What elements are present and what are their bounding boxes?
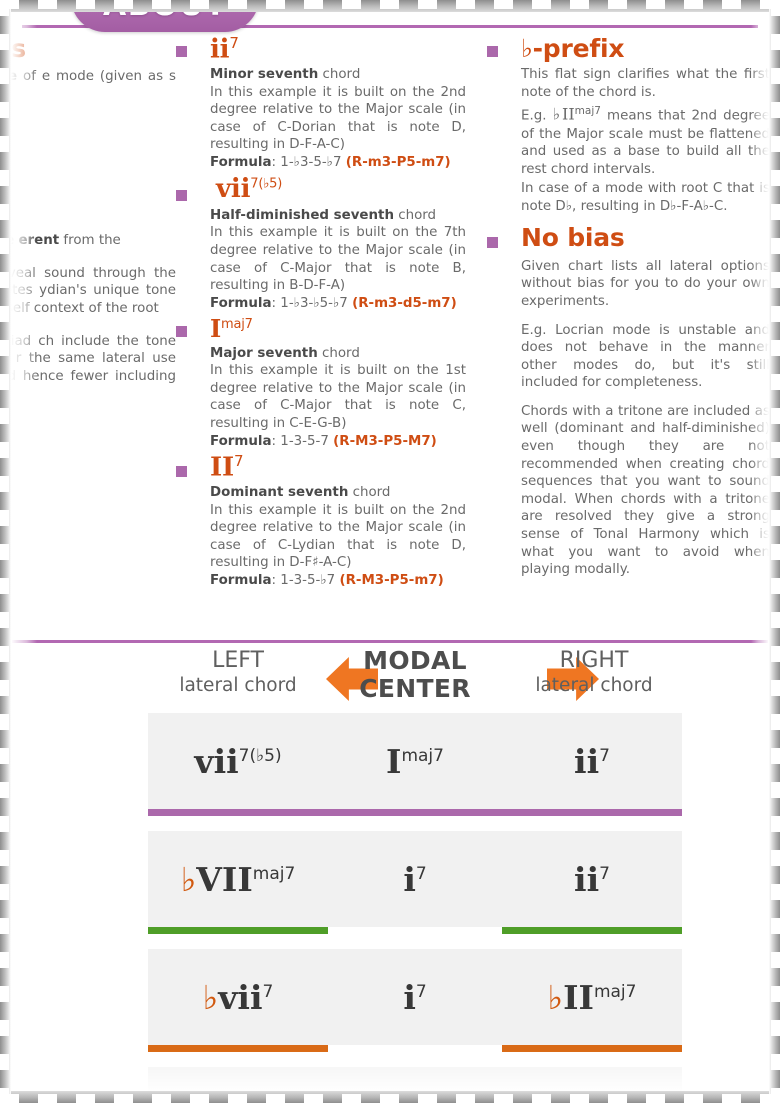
- no-bias-paragraph-3: Chords with a tritone are included as we…: [521, 403, 770, 578]
- page-root: d chords acteristic tone of e mode (give…: [0, 0, 780, 1103]
- chord-desc-vii7b5: Half-diminished seventh chord In this exa…: [210, 207, 466, 311]
- chord-cell[interactable]: i7: [325, 831, 505, 927]
- chart-header-right-sub: lateral chord: [535, 675, 653, 697]
- text-columns: d chords acteristic tone of e mode (give…: [0, 34, 780, 641]
- chord-heading-vii7b5: vii7(♭5): [216, 173, 283, 204]
- column-middle: ii7 Minor seventh chord In this example i…: [176, 34, 466, 594]
- chord-heading-ii7: ii7: [210, 34, 239, 65]
- chord-cell[interactable]: Imaj7: [325, 713, 505, 816]
- chord-section-Imaj7: Imaj7 Major seventh chord In this example…: [176, 316, 466, 450]
- left-paragraph-3: ♭7: [0, 165, 176, 183]
- chart-header-left-sub: lateral chord: [179, 675, 297, 697]
- flat-prefix-paragraph-1: This flat sign clarifies what the first …: [521, 67, 770, 100]
- chart-grid: vii7(♭5) Imaj7 ii7 ♭VIImaj7 i7 ii7 ♭vii7…: [12, 713, 768, 1103]
- chord-label: ♭IImaj7: [547, 977, 637, 1017]
- chord-cell[interactable]: ♭vii7: [148, 949, 328, 1052]
- chord-desc-ii7: Minor seventh chord In this example it is…: [210, 66, 466, 170]
- chord-label: ♭vii7: [202, 977, 274, 1017]
- chart-header-left: LEFT lateral chord: [148, 648, 328, 697]
- modal-center-chart: LEFT lateral chord MODAL CENTER RIGHT la…: [12, 643, 768, 1103]
- left-paragraph-1: acteristic tone of e mode (given as s re…: [0, 69, 176, 102]
- left-paragraph-6: t they only reveal sound through the whi…: [0, 265, 176, 316]
- left-paragraph-4: ♭5: [0, 199, 176, 217]
- flat-prefix-paragraph-2: E.g. ♭IImaj7 means that 2nd degree of th…: [521, 104, 771, 177]
- chart-header-center: MODAL CENTER: [342, 647, 488, 703]
- chart-header-center-line1: MODAL: [363, 646, 467, 675]
- flat-prefix-paragraph-3: In case of a mode with root C that is no…: [521, 181, 770, 214]
- accent-bar: [502, 809, 682, 816]
- chord-desc-Imaj7: Major seventh chord In this example it is…: [210, 345, 466, 449]
- bullet-square-icon: [176, 46, 187, 57]
- chord-cell[interactable]: i7: [325, 949, 505, 1045]
- bullet-square-icon: [176, 189, 187, 201]
- about-tab-label: ABOUT: [103, 0, 227, 23]
- info-heading-flat-prefix: ♭-prefix: [521, 34, 625, 63]
- no-bias-paragraph-2: E.g. Locrian mode is unstable and does n…: [521, 322, 770, 391]
- chord-label: ii7: [574, 741, 610, 781]
- chord-cell[interactable]: [502, 1067, 682, 1103]
- chart-row-clipped: [12, 1067, 768, 1103]
- chord-label: i7: [403, 977, 427, 1017]
- chart-header-left-title: LEFT: [212, 648, 264, 673]
- chart-header: LEFT lateral chord MODAL CENTER RIGHT la…: [12, 643, 768, 713]
- left-column-title: d chords: [0, 34, 26, 63]
- chord-cell[interactable]: ♭IImaj7: [502, 949, 682, 1052]
- chord-cell[interactable]: [148, 1067, 328, 1103]
- column-left-clipped: d chords acteristic tone of e mode (give…: [0, 34, 176, 403]
- chart-header-center-line2: CENTER: [359, 674, 471, 703]
- info-heading-no-bias: No bias: [521, 223, 625, 253]
- accent-bar: [148, 927, 328, 934]
- left-paragraph-5: make one mode erent from the: [0, 233, 121, 249]
- chart-header-right: RIGHT lateral chord: [504, 648, 684, 697]
- accent-bar: [502, 1045, 682, 1052]
- chart-header-right-title: RIGHT: [559, 648, 629, 673]
- accent-bar: [325, 927, 505, 934]
- chord-label: Imaj7: [386, 741, 444, 781]
- accent-bar: [325, 1045, 505, 1052]
- chord-section-vii7b5: vii7(♭5) Half-diminished seventh chord In…: [176, 173, 466, 313]
- chord-heading-II7: II7: [210, 452, 244, 483]
- chord-cell[interactable]: [325, 1067, 505, 1103]
- chart-row: ♭VIImaj7 i7 ii7: [12, 831, 768, 949]
- bullet-square-icon: [487, 237, 498, 249]
- chord-desc-II7: Dominant seventh chord In this example it…: [210, 485, 466, 589]
- chord-section-II7: II7 Dominant seventh chord In this exampl…: [176, 452, 466, 590]
- chart-row: ♭vii7 i7 ♭IImaj7: [12, 949, 768, 1067]
- column-right: ♭-prefix This flat sign clarifies what t…: [487, 34, 771, 583]
- chord-section-ii7: ii7 Minor seventh chord In this example i…: [176, 34, 466, 172]
- no-bias-paragraph-1: Given chart lists all lateral options wi…: [521, 258, 770, 309]
- chord-cell[interactable]: ii7: [502, 713, 682, 816]
- accent-bar: [502, 927, 682, 934]
- info-section-flat-prefix: ♭-prefix This flat sign clarifies what t…: [487, 34, 771, 215]
- bullet-square-icon: [487, 46, 498, 57]
- chord-label: ♭VIImaj7: [180, 859, 296, 899]
- chord-label: vii7(♭5): [194, 741, 282, 781]
- left-paragraph-7: re are fewer triad ch include the tone t…: [0, 333, 176, 384]
- chord-label: ii7: [574, 859, 610, 899]
- chord-cell[interactable]: ii7: [502, 831, 682, 934]
- accent-bar: [325, 809, 505, 816]
- chart-row: vii7(♭5) Imaj7 ii7: [12, 713, 768, 831]
- chord-heading-Imaj7: Imaj7: [210, 314, 253, 344]
- left-paragraph-2: 2: [0, 127, 176, 145]
- about-tab[interactable]: ABOUT: [71, 0, 259, 32]
- accent-bar: [148, 809, 328, 816]
- chord-cell[interactable]: ♭VIImaj7: [148, 831, 328, 934]
- chord-label: i7: [403, 859, 427, 899]
- bullet-square-icon: [176, 466, 187, 478]
- accent-bar: [148, 1045, 328, 1052]
- chord-cell[interactable]: vii7(♭5): [148, 713, 328, 816]
- info-section-no-bias: No bias Given chart lists all lateral op…: [487, 225, 770, 578]
- bullet-square-icon: [176, 326, 187, 338]
